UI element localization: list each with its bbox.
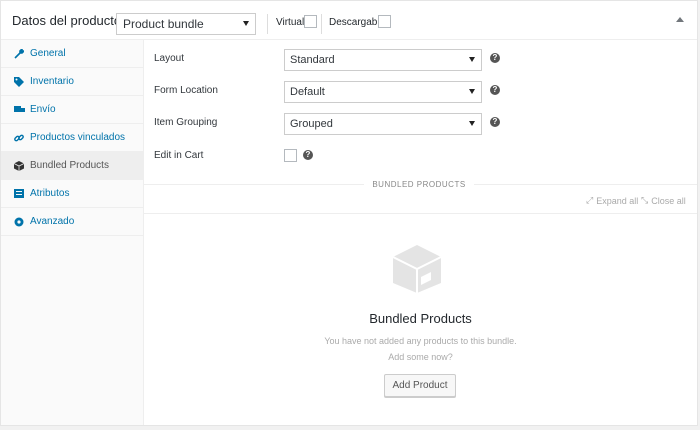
form-location-value: Default <box>290 86 325 98</box>
expand-all-label: Expand all <box>596 195 639 206</box>
empty-state-subtext: Add some now? <box>388 352 453 362</box>
panel-header: Datos del producto — Product bundle Virt… <box>1 1 697 40</box>
link-icon <box>13 132 25 144</box>
sidebar-item-envio[interactable]: Envío <box>1 96 144 124</box>
close-all-label: Close all <box>651 195 686 206</box>
collapse-icon: ⤡ <box>641 195 649 205</box>
empty-state-title: Bundled Products <box>369 311 472 326</box>
sidebar-item-label: Productos vinculados <box>30 132 126 143</box>
virtual-label: Virtual: <box>276 17 307 28</box>
toolbar-divider <box>144 213 697 214</box>
sidebar-item-label: Atributos <box>30 188 70 199</box>
wrench-icon <box>13 48 25 60</box>
product-data-tabs: General Inventario Envío Productos vincu… <box>1 40 144 425</box>
tag-icon <box>13 76 25 88</box>
header-separator <box>321 14 322 34</box>
truck-icon <box>13 104 25 116</box>
empty-state-box-icon <box>391 243 443 298</box>
layout-select[interactable]: Standard <box>284 49 482 71</box>
chevron-down-icon <box>469 89 475 94</box>
product-type-select[interactable]: Product bundle <box>116 13 256 35</box>
layout-label: Layout <box>154 53 185 64</box>
sidebar-item-inventario[interactable]: Inventario <box>1 68 144 96</box>
section-title-text: BUNDLED PRODUCTS <box>364 180 474 189</box>
item-grouping-label: Item Grouping <box>154 117 218 128</box>
product-data-panel: Datos del producto — Product bundle Virt… <box>0 0 698 426</box>
add-product-button[interactable]: Add Product <box>384 374 456 397</box>
sidebar-item-label: General <box>30 48 66 59</box>
close-all-link[interactable]: ⤡ Close all <box>641 195 686 206</box>
sidebar-item-label: Avanzado <box>30 216 75 227</box>
form-location-label: Form Location <box>154 85 218 96</box>
edit-in-cart-label: Edit in Cart <box>154 150 204 161</box>
help-icon[interactable]: ? <box>490 117 500 127</box>
layout-value: Standard <box>290 54 335 66</box>
gear-icon <box>13 216 25 228</box>
edit-in-cart-checkbox[interactable] <box>284 149 297 162</box>
form-location-select[interactable]: Default <box>284 81 482 103</box>
virtual-checkbox[interactable] <box>304 15 317 28</box>
header-separator <box>267 14 268 34</box>
help-icon[interactable]: ? <box>490 53 500 63</box>
chevron-down-icon <box>243 21 249 26</box>
help-icon[interactable]: ? <box>303 150 313 160</box>
sidebar-item-label: Bundled Products <box>30 160 109 171</box>
downloadable-checkbox[interactable] <box>378 15 391 28</box>
bundled-products-section-title: BUNDLED PRODUCTS <box>1 180 697 189</box>
expand-all-link[interactable]: ⤢ Expand all <box>586 195 638 206</box>
list-icon <box>13 188 25 200</box>
collapse-toggle-icon[interactable] <box>676 17 684 22</box>
expand-icon: ⤢ <box>586 195 594 205</box>
item-grouping-value: Grouped <box>290 118 333 130</box>
product-type-value: Product bundle <box>123 17 204 31</box>
sidebar-item-productos-vinculados[interactable]: Productos vinculados <box>1 124 144 152</box>
chevron-down-icon <box>469 121 475 126</box>
sidebar-item-general[interactable]: General <box>1 40 144 68</box>
sidebar-item-avanzado[interactable]: Avanzado <box>1 208 144 236</box>
help-icon[interactable]: ? <box>490 85 500 95</box>
chevron-down-icon <box>469 57 475 62</box>
item-grouping-select[interactable]: Grouped <box>284 113 482 135</box>
sidebar-item-label: Envío <box>30 104 56 115</box>
sidebar-item-bundled-products[interactable]: Bundled Products <box>1 152 144 180</box>
box-icon <box>13 160 25 172</box>
sidebar-item-label: Inventario <box>30 76 74 87</box>
empty-state-text: You have not added any products to this … <box>324 336 517 346</box>
